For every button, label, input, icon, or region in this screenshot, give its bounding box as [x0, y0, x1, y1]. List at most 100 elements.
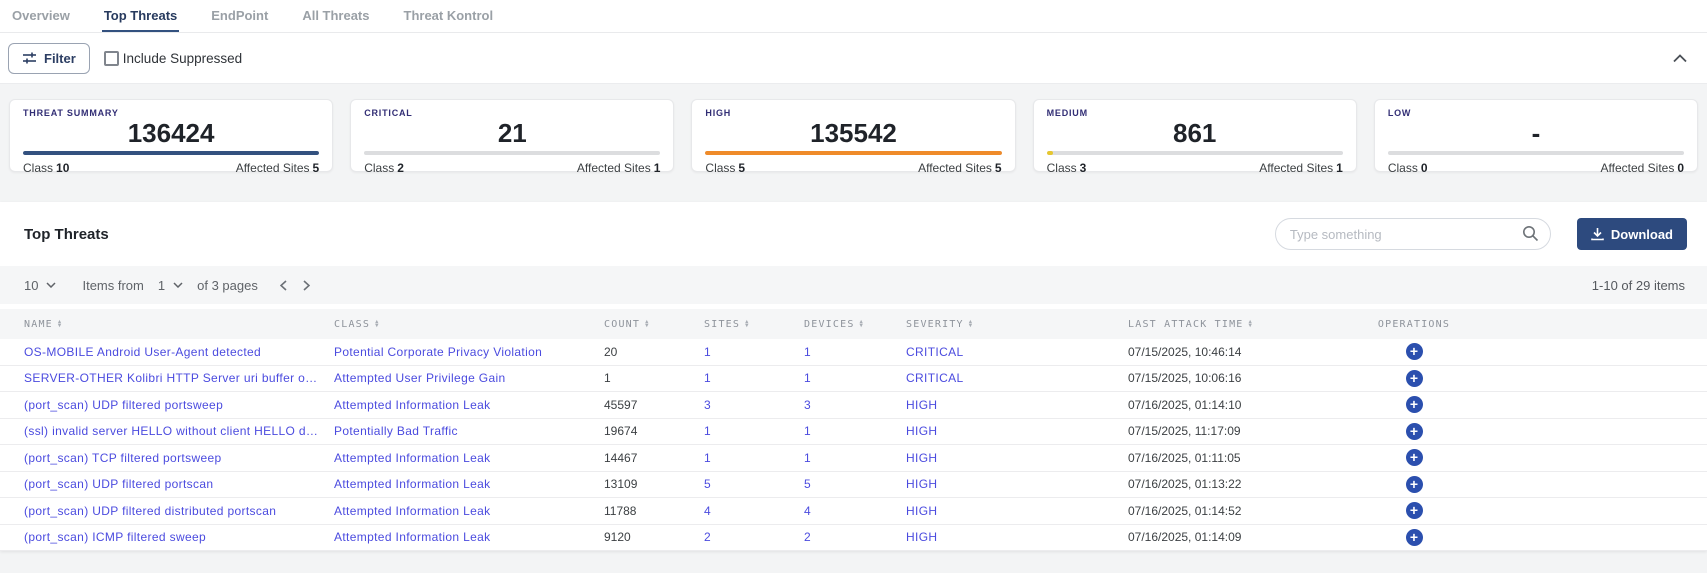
add-operation-button[interactable]: +	[1406, 529, 1423, 546]
table-title: Top Threats	[24, 226, 109, 243]
add-operation-button[interactable]: +	[1406, 370, 1423, 387]
sites-link[interactable]: 5	[704, 477, 804, 491]
card-affected-sites: Affected Sites0	[1601, 161, 1685, 175]
severity-link[interactable]: HIGH	[906, 530, 1128, 544]
threat-name-link[interactable]: (ssl) invalid server HELLO without clien…	[24, 424, 334, 438]
threat-class-link[interactable]: Attempted Information Leak	[334, 530, 604, 544]
column-devices[interactable]: DEVICES▲▼	[804, 319, 906, 330]
add-operation-button[interactable]: +	[1406, 343, 1423, 360]
card-bar	[1388, 151, 1684, 155]
threat-name-link[interactable]: (port_scan) UDP filtered portsweep	[24, 398, 334, 412]
severity-link[interactable]: HIGH	[906, 477, 1128, 491]
sites-link[interactable]: 1	[704, 451, 804, 465]
add-operation-button[interactable]: +	[1406, 476, 1423, 493]
threat-name-link[interactable]: (port_scan) UDP filtered distributed por…	[24, 504, 334, 518]
sites-link[interactable]: 1	[704, 424, 804, 438]
devices-link[interactable]: 2	[804, 530, 906, 544]
download-icon	[1591, 227, 1604, 241]
table-row: (port_scan) UDP filtered distributed por…	[0, 498, 1707, 525]
column-sites[interactable]: SITES▲▼	[704, 319, 804, 330]
tab-overview[interactable]: Overview	[10, 0, 72, 32]
checkbox-icon	[104, 51, 119, 66]
last-attack-time-cell: 07/15/2025, 10:46:14	[1128, 345, 1354, 359]
add-operation-button[interactable]: +	[1406, 502, 1423, 519]
search-icon[interactable]	[1522, 225, 1539, 242]
search-input[interactable]	[1275, 218, 1551, 250]
threat-class-link[interactable]: Potential Corporate Privacy Violation	[334, 345, 604, 359]
threat-class-link[interactable]: Attempted Information Leak	[334, 451, 604, 465]
sites-link[interactable]: 2	[704, 530, 804, 544]
threat-name-link[interactable]: (port_scan) ICMP filtered sweep	[24, 530, 334, 544]
severity-link[interactable]: HIGH	[906, 504, 1128, 518]
add-operation-button[interactable]: +	[1406, 449, 1423, 466]
sites-link[interactable]: 4	[704, 504, 804, 518]
column-last-attack-time[interactable]: LAST ATTACK TIME▲▼	[1128, 319, 1354, 330]
threat-class-link[interactable]: Attempted User Privilege Gain	[334, 371, 604, 385]
devices-link[interactable]: 5	[804, 477, 906, 491]
include-suppressed-checkbox[interactable]: Include Suppressed	[104, 51, 242, 66]
tab-all-threats[interactable]: All Threats	[300, 0, 371, 32]
sites-link[interactable]: 1	[704, 371, 804, 385]
sort-icon[interactable]: ▲▼	[1249, 320, 1254, 329]
card-value: 21	[364, 118, 660, 148]
tab-threat-kontrol[interactable]: Threat Kontrol	[402, 0, 496, 32]
filter-button[interactable]: Filter	[8, 43, 90, 74]
prev-page-button[interactable]	[280, 280, 287, 291]
chevron-down-icon	[46, 282, 56, 288]
table-row: SERVER-OTHER Kolibri HTTP Server uri buf…	[0, 366, 1707, 393]
column-class[interactable]: CLASS▲▼	[334, 319, 604, 330]
devices-link[interactable]: 1	[804, 424, 906, 438]
last-attack-time-cell: 07/16/2025, 01:13:22	[1128, 477, 1354, 491]
sort-icon[interactable]: ▲▼	[645, 320, 650, 329]
card-class: Class10	[23, 161, 69, 175]
pages-count-label: of 3 pages	[197, 278, 258, 293]
chevron-up-icon	[1673, 54, 1687, 63]
sort-icon[interactable]: ▲▼	[860, 320, 865, 329]
threat-class-link[interactable]: Attempted Information Leak	[334, 477, 604, 491]
page-select[interactable]: 1	[158, 278, 183, 293]
threat-class-link[interactable]: Potentially Bad Traffic	[334, 424, 604, 438]
sort-icon[interactable]: ▲▼	[58, 320, 63, 329]
add-operation-button[interactable]: +	[1406, 396, 1423, 413]
severity-link[interactable]: HIGH	[906, 398, 1128, 412]
column-severity[interactable]: SEVERITY▲▼	[906, 319, 1128, 330]
tab-endpoint[interactable]: EndPoint	[209, 0, 270, 32]
download-button-label: Download	[1611, 227, 1673, 242]
devices-link[interactable]: 1	[804, 371, 906, 385]
severity-link[interactable]: HIGH	[906, 424, 1128, 438]
card-value: 136424	[23, 118, 319, 148]
sort-icon[interactable]: ▲▼	[745, 320, 750, 329]
devices-link[interactable]: 1	[804, 345, 906, 359]
threat-name-link[interactable]: OS-MOBILE Android User-Agent detected	[24, 345, 334, 359]
severity-link[interactable]: CRITICAL	[906, 345, 1128, 359]
threat-class-link[interactable]: Attempted Information Leak	[334, 504, 604, 518]
sites-link[interactable]: 1	[704, 345, 804, 359]
tab-top-threats[interactable]: Top Threats	[102, 0, 179, 32]
threat-name-link[interactable]: (port_scan) TCP filtered portsweep	[24, 451, 334, 465]
last-attack-time-cell: 07/15/2025, 11:17:09	[1128, 424, 1354, 438]
sort-icon[interactable]: ▲▼	[969, 320, 974, 329]
next-page-button[interactable]	[303, 280, 310, 291]
column-count[interactable]: COUNT▲▼	[604, 319, 704, 330]
threat-name-link[interactable]: (port_scan) UDP filtered portscan	[24, 477, 334, 491]
sites-link[interactable]: 3	[704, 398, 804, 412]
devices-link[interactable]: 1	[804, 451, 906, 465]
last-attack-time-cell: 07/16/2025, 01:14:09	[1128, 530, 1354, 544]
download-button[interactable]: Download	[1577, 218, 1687, 250]
column-name[interactable]: NAME▲▼	[24, 319, 334, 330]
page-size-select[interactable]: 10	[24, 278, 56, 293]
table-row: (ssl) invalid server HELLO without clien…	[0, 419, 1707, 446]
card-bar-fill	[1047, 151, 1053, 155]
card-threat-summary: THREAT SUMMARY 136424 Class10 Affected S…	[9, 99, 333, 172]
devices-link[interactable]: 3	[804, 398, 906, 412]
add-operation-button[interactable]: +	[1406, 423, 1423, 440]
include-suppressed-label: Include Suppressed	[123, 51, 242, 66]
filter-sliders-icon	[22, 51, 37, 65]
severity-link[interactable]: HIGH	[906, 451, 1128, 465]
sort-icon[interactable]: ▲▼	[375, 320, 380, 329]
collapse-section-button[interactable]	[1673, 54, 1687, 63]
devices-link[interactable]: 4	[804, 504, 906, 518]
threat-class-link[interactable]: Attempted Information Leak	[334, 398, 604, 412]
severity-link[interactable]: CRITICAL	[906, 371, 1128, 385]
threat-name-link[interactable]: SERVER-OTHER Kolibri HTTP Server uri buf…	[24, 371, 334, 385]
